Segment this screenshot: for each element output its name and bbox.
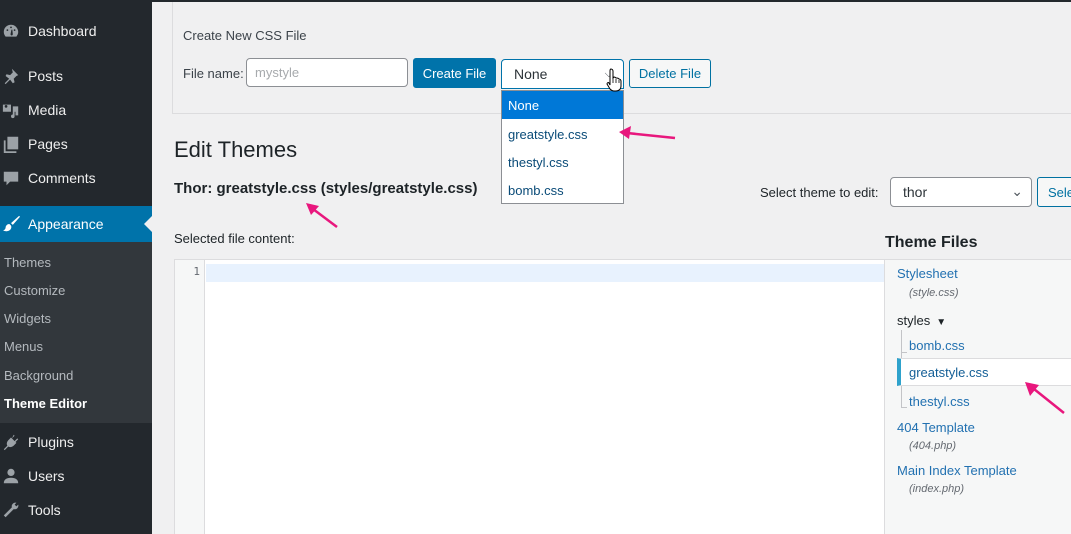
sidebar-item-plugins[interactable]: Plugins <box>0 425 152 459</box>
sidebar-item-comments[interactable]: Comments <box>0 161 152 195</box>
caret-down-icon: ▼ <box>936 317 947 328</box>
appearance-submenu: Themes Customize Widgets Menus Backgroun… <box>0 242 152 423</box>
chevron-down-icon: ⌄ <box>1011 183 1023 199</box>
dropdown-option-thestyl[interactable]: thestyl.css <box>502 148 623 176</box>
create-css-title: Create New CSS File <box>183 28 307 43</box>
tree-connector <box>901 352 907 353</box>
file-name-404: (404.php) <box>909 440 957 452</box>
active-line-highlight <box>206 264 884 282</box>
sidebar-item-label: Users <box>28 468 65 484</box>
submenu-item-customize[interactable]: Customize <box>4 283 65 298</box>
file-link-main-index-template[interactable]: Main Index Template <box>897 463 1017 478</box>
folder-label: styles <box>897 313 931 328</box>
delete-file-button[interactable]: Delete File <box>629 59 711 88</box>
page-title: Edit Themes <box>174 137 298 162</box>
sidebar-item-label: Posts <box>28 68 64 84</box>
theme-files-title: Theme Files <box>885 234 978 251</box>
dropdown-option-none[interactable]: None <box>502 91 623 119</box>
theme-select[interactable]: thor ⌄ <box>890 177 1032 207</box>
file-link-bomb[interactable]: bomb.css <box>909 338 965 353</box>
hand-cursor-icon <box>606 68 622 92</box>
active-menu-indicator <box>144 216 152 232</box>
file-link-404-template[interactable]: 404 Template <box>897 420 975 435</box>
sidebar-item-appearance[interactable]: Appearance <box>0 206 152 242</box>
paintbrush-icon <box>0 215 28 233</box>
select-theme-label: Select theme to edit: <box>760 185 879 200</box>
dashboard-icon <box>0 22 28 40</box>
sidebar-item-label: Tools <box>28 502 61 518</box>
file-name-input[interactable] <box>246 58 408 87</box>
annotation-arrow-icon <box>306 203 338 228</box>
file-heading: Thor: greatstyle.css (styles/greatstyle.… <box>174 180 478 197</box>
file-name-label: File name: <box>183 66 244 81</box>
css-file-select-value: None <box>514 66 548 82</box>
plug-icon <box>0 433 28 451</box>
select-theme-button[interactable]: Select <box>1037 177 1071 207</box>
css-file-dropdown-list: None greatstyle.css thestyl.css bomb.css <box>501 90 624 204</box>
sidebar-item-users[interactable]: Users <box>0 459 152 493</box>
sidebar-item-dashboard[interactable]: Dashboard <box>0 14 152 48</box>
code-editor[interactable]: 1 <box>174 259 885 534</box>
file-name-stylesheet: (style.css) <box>909 287 959 299</box>
submenu-item-background[interactable]: Background <box>4 368 73 383</box>
annotation-arrow-icon <box>619 126 676 140</box>
file-link-greatstyle[interactable]: greatstyle.css <box>909 365 988 380</box>
selected-file-content-label: Selected file content: <box>174 231 295 246</box>
sidebar-item-label: Dashboard <box>28 23 97 39</box>
dropdown-option-bomb[interactable]: bomb.css <box>502 176 623 204</box>
sidebar-item-tools[interactable]: Tools <box>0 493 152 527</box>
line-number: 1 <box>193 265 200 278</box>
media-icon <box>0 101 28 119</box>
create-file-button[interactable]: Create File <box>413 58 496 88</box>
sidebar-item-label: Media <box>28 102 67 118</box>
theme-select-value: thor <box>903 184 928 200</box>
file-link-stylesheet[interactable]: Stylesheet <box>897 266 958 281</box>
user-icon <box>0 467 28 485</box>
pages-icon <box>0 135 28 153</box>
sidebar-item-label: Comments <box>28 170 96 186</box>
submenu-item-themes[interactable]: Themes <box>4 255 51 270</box>
wrench-icon <box>0 501 28 519</box>
sidebar-item-label: Plugins <box>28 434 74 450</box>
line-number-gutter: 1 <box>175 260 205 534</box>
submenu-item-widgets[interactable]: Widgets <box>4 311 51 326</box>
dropdown-option-greatstyle[interactable]: greatstyle.css <box>502 120 623 148</box>
sidebar-item-label: Pages <box>28 136 68 152</box>
sidebar-item-pages[interactable]: Pages <box>0 127 152 161</box>
submenu-item-menus[interactable]: Menus <box>4 339 43 354</box>
tree-connector <box>901 407 907 408</box>
pin-icon <box>0 67 28 85</box>
folder-styles[interactable]: styles ▼ <box>897 313 946 328</box>
admin-sidebar: Dashboard Posts Media Pages Comments App… <box>0 0 152 534</box>
sidebar-item-label: Appearance <box>28 216 104 232</box>
sidebar-item-media[interactable]: Media <box>0 93 152 127</box>
file-name-index: (index.php) <box>909 483 965 495</box>
file-link-thestyl[interactable]: thestyl.css <box>909 394 970 409</box>
submenu-item-theme-editor[interactable]: Theme Editor <box>4 396 87 411</box>
sidebar-item-posts[interactable]: Posts <box>0 59 152 93</box>
comment-icon <box>0 169 28 187</box>
